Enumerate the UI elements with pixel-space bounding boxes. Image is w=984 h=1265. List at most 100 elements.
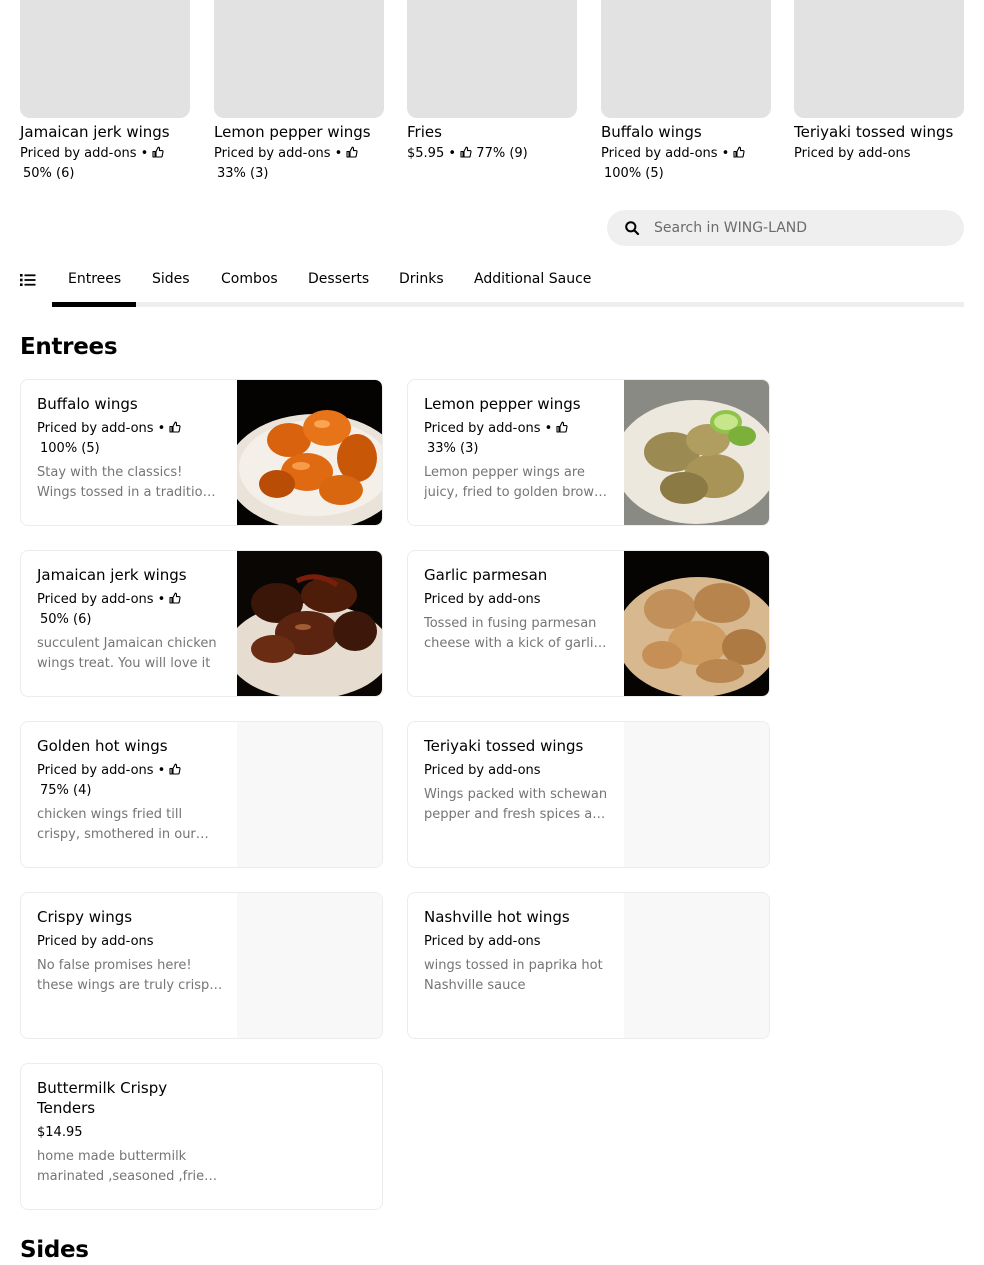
thumbs-up-icon — [460, 146, 472, 158]
list-icon[interactable] — [20, 273, 36, 287]
featured-item-rating: 77% (9) — [476, 146, 528, 161]
menu-item-rating: 100% (5) — [40, 441, 100, 456]
featured-item-price: Priced by add-ons — [601, 146, 718, 161]
menu-item-price: Priced by add-ons — [37, 763, 154, 778]
featured-item-price: Priced by add-ons — [794, 146, 911, 161]
menu-item-meta: Priced by add-ons — [424, 590, 610, 610]
menu-item-meta: $14.95 — [37, 1123, 197, 1143]
garlic-parmesan-photo[interactable] — [624, 551, 769, 696]
featured-item-buffalo-wings[interactable]: Buffalo wings Priced by add-ons • 100% (… — [601, 0, 771, 184]
menu-item-price: Priced by add-ons — [37, 421, 154, 436]
jerk-wings-photo[interactable] — [237, 551, 382, 696]
menu-item-jamaican-jerk-wings[interactable]: Jamaican jerk wings Priced by add-ons • … — [20, 550, 383, 697]
menu-category-tabs: Entrees Sides Combos Desserts Drinks Add… — [20, 262, 964, 308]
menu-item-price: $14.95 — [37, 1125, 83, 1140]
featured-item-name: Lemon pepper wings — [214, 123, 371, 141]
menu-item-name: Jamaican jerk wings — [37, 566, 187, 584]
featured-item-jamaican-jerk-wings[interactable]: Jamaican jerk wings Priced by add-ons • … — [20, 0, 190, 184]
thumbs-up-icon — [556, 421, 569, 433]
menu-item-rating: 33% (3) — [427, 441, 479, 456]
menu-item-meta: Priced by add-ons — [424, 932, 610, 952]
menu-item-image-placeholder — [237, 1064, 382, 1209]
tab-combos[interactable]: Combos — [221, 270, 278, 288]
menu-item-description: Stay with the classics! Wings tossed in … — [37, 465, 223, 500]
tab-desserts[interactable]: Desserts — [308, 270, 369, 288]
featured-item-name: Jamaican jerk wings — [20, 123, 170, 141]
section-title-entrees: Entrees — [20, 334, 118, 360]
tab-track — [52, 302, 964, 307]
menu-item-crispy-wings[interactable]: Crispy wings Priced by add-ons No false … — [20, 892, 383, 1039]
menu-item-name: Lemon pepper wings — [424, 395, 581, 413]
search-input[interactable] — [654, 220, 934, 236]
store-search-bar[interactable] — [607, 210, 964, 246]
featured-item-meta: $5.95 • 77% (9) — [407, 146, 528, 161]
menu-item-garlic-parmesan[interactable]: Garlic parmesan Priced by add-ons Tossed… — [407, 550, 770, 697]
featured-item-image[interactable] — [20, 0, 190, 118]
menu-item-rating: 75% (4) — [40, 783, 92, 798]
menu-item-description: Lemon pepper wings are juicy, fried to g… — [424, 465, 603, 500]
featured-item-image[interactable] — [601, 0, 771, 118]
tab-additional-sauce[interactable]: Additional Sauce — [474, 270, 591, 288]
menu-item-name: Garlic parmesan — [424, 566, 548, 584]
featured-item-image[interactable] — [214, 0, 384, 118]
menu-item-description: Tossed in fusing parmesan cheese with a … — [424, 616, 601, 651]
menu-item-price: Priced by add-ons — [424, 763, 541, 778]
thumbs-up-icon — [346, 146, 359, 158]
menu-item-meta: Priced by add-ons • 100% (5) — [37, 419, 223, 459]
menu-item-name: Nashville hot wings — [424, 908, 570, 926]
menu-item-name: Teriyaki tossed wings — [424, 737, 584, 755]
featured-item-rating: 100% (5) — [604, 166, 664, 181]
menu-item-meta: Priced by add-ons — [37, 932, 223, 952]
tab-drinks[interactable]: Drinks — [399, 270, 444, 288]
menu-item-teriyaki-tossed-wings[interactable]: Teriyaki tossed wings Priced by add-ons … — [407, 721, 770, 868]
menu-item-description: chicken wings fried till crispy, smother… — [37, 807, 196, 842]
menu-item-price: Priced by add-ons — [424, 592, 541, 607]
menu-item-description: home made buttermilk marinated ,seasoned… — [37, 1149, 213, 1184]
menu-item-meta: Priced by add-ons • 50% (6) — [37, 590, 223, 630]
menu-item-description: succulent Jamaican chicken wings treat. … — [37, 636, 217, 671]
menu-item-price: Priced by add-ons — [424, 934, 541, 949]
menu-item-price: Priced by add-ons — [37, 592, 154, 607]
featured-item-teriyaki-tossed-wings[interactable]: Teriyaki tossed wings Priced by add-ons — [794, 0, 964, 164]
search-icon — [625, 221, 640, 236]
menu-item-meta: Priced by add-ons — [424, 761, 610, 781]
featured-item-price: Priced by add-ons — [20, 146, 137, 161]
thumbs-up-icon — [169, 763, 182, 775]
thumbs-up-icon — [169, 421, 182, 433]
featured-items-carousel: Jamaican jerk wings Priced by add-ons • … — [20, 0, 964, 190]
menu-item-nashville-hot-wings[interactable]: Nashville hot wings Priced by add-ons wi… — [407, 892, 770, 1039]
menu-item-lemon-pepper-wings[interactable]: Lemon pepper wings Priced by add-ons • 3… — [407, 379, 770, 526]
featured-item-meta: Priced by add-ons — [794, 144, 964, 164]
featured-item-meta: Priced by add-ons • 50% (6) — [20, 144, 190, 184]
featured-item-fries[interactable]: Fries $5.95 • 77% (9) — [407, 0, 577, 164]
menu-item-description: No false promises here! these wings are … — [37, 958, 217, 993]
menu-item-golden-hot-wings[interactable]: Golden hot wings Priced by add-ons • 75%… — [20, 721, 383, 868]
menu-item-meta: Priced by add-ons • 33% (3) — [424, 419, 610, 459]
menu-item-name: Golden hot wings — [37, 737, 168, 755]
thumbs-up-icon — [733, 146, 746, 158]
menu-item-buttermilk-crispy-tenders[interactable]: Buttermilk Crispy Tenders $14.95 home ma… — [20, 1063, 383, 1210]
buffalo-wings-photo[interactable] — [237, 380, 382, 525]
featured-item-name: Buffalo wings — [601, 123, 702, 141]
menu-item-name: Crispy wings — [37, 908, 133, 926]
menu-item-price: Priced by add-ons — [37, 934, 154, 949]
menu-item-image-placeholder — [237, 893, 382, 1038]
lemon-pepper-wings-photo[interactable] — [624, 380, 769, 525]
featured-item-image[interactable] — [407, 0, 577, 118]
featured-item-meta: Priced by add-ons • 33% (3) — [214, 144, 384, 184]
featured-item-price: Priced by add-ons — [214, 146, 331, 161]
featured-item-image[interactable] — [794, 0, 964, 118]
featured-item-rating: 50% (6) — [23, 166, 75, 181]
tab-sides[interactable]: Sides — [152, 270, 190, 288]
featured-item-lemon-pepper-wings[interactable]: Lemon pepper wings Priced by add-ons • 3… — [214, 0, 384, 184]
tab-entrees[interactable]: Entrees — [68, 270, 121, 288]
menu-item-buffalo-wings[interactable]: Buffalo wings Priced by add-ons • 100% (… — [20, 379, 383, 526]
section-title-sides: Sides — [20, 1237, 89, 1263]
menu-item-description: Wings packed with schewan pepper and fre… — [424, 787, 609, 822]
menu-item-name: Buffalo wings — [37, 395, 138, 413]
menu-item-meta: Priced by add-ons • 75% (4) — [37, 761, 223, 801]
thumbs-up-icon — [152, 146, 165, 158]
featured-item-rating: 33% (3) — [217, 166, 269, 181]
menu-item-price: Priced by add-ons — [424, 421, 541, 436]
featured-item-name: Fries — [407, 123, 442, 141]
